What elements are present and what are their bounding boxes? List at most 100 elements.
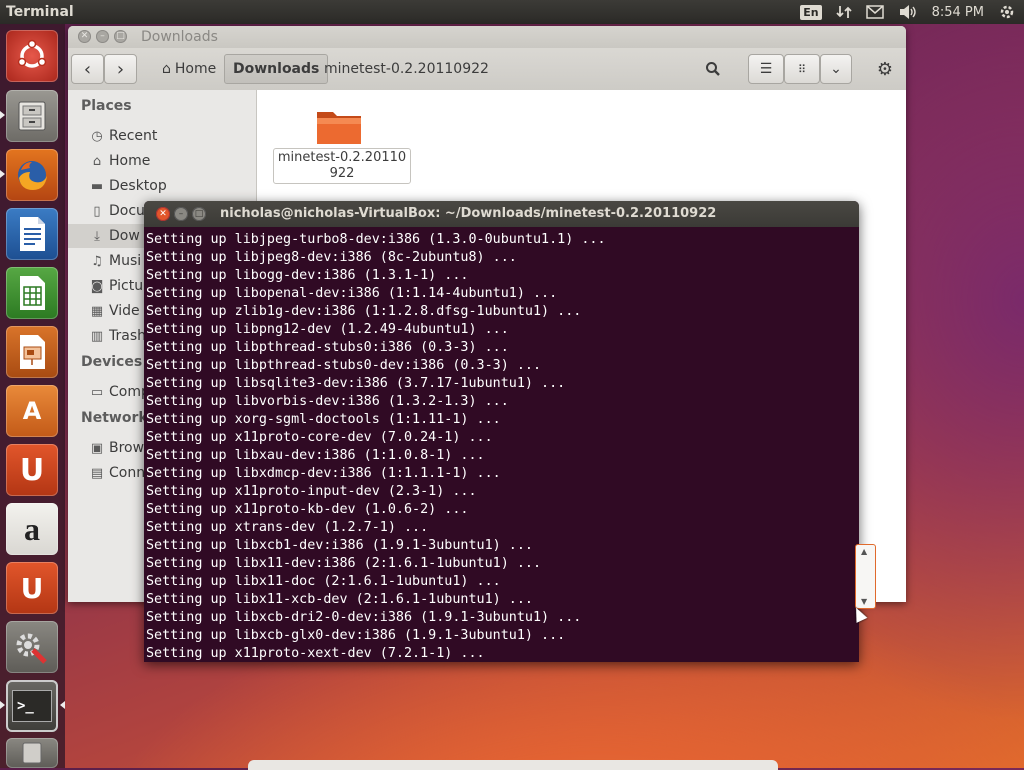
terminal-titlebar: ✕ – □ nicholas@nicholas-VirtualBox: ~/Do… (144, 201, 859, 227)
amazon-button[interactable]: a (6, 503, 58, 555)
terminal-line: Setting up libxau-dev:i386 (1:1.0.8-1) .… (146, 448, 485, 463)
clock[interactable]: 8:54 PM (932, 5, 984, 20)
file-cabinet-icon (18, 101, 46, 131)
trash-launcher-button[interactable] (6, 738, 58, 768)
folder-icon: ▬ (90, 178, 104, 194)
view-options-button[interactable]: ⌄ (820, 54, 852, 84)
window-title: Downloads (141, 29, 218, 45)
camera-icon: ◙ (90, 278, 104, 294)
terminal-output[interactable]: Setting up libjpeg-turbo8-dev:i386 (1.3.… (146, 231, 846, 661)
network-icon: ▣ (90, 440, 104, 456)
breadcrumb-downloads[interactable]: Downloads (224, 54, 329, 84)
terminal-line: Setting up libsqlite3-dev:i386 (3.7.17-1… (146, 376, 566, 391)
server-icon: ▤ (90, 465, 104, 481)
top-panel: Terminal En 8:54 PM (0, 0, 1024, 24)
settings-button[interactable]: ⚙ (870, 54, 900, 84)
sidebar-item-connect-server[interactable]: ▤ Conn (88, 462, 145, 484)
terminal-line: Setting up libxcb-dri2-0-dev:i386 (1.9.1… (146, 610, 582, 625)
sidebar-item-pictures[interactable]: ◙ Pictu (88, 275, 143, 297)
drive-icon: ▭ (90, 384, 104, 400)
devices-header: Devices (81, 354, 143, 370)
terminal-line: Setting up libx11-xcb-dev (2:1.6.1-1ubun… (146, 592, 533, 607)
bottom-panel-edge (248, 760, 778, 770)
writer-launcher-button[interactable] (6, 208, 58, 260)
indicator-area: En 8:54 PM (786, 0, 1024, 24)
terminal-line: Setting up libvorbis-dev:i386 (1.3.2-1.3… (146, 394, 509, 409)
keyboard-layout-indicator[interactable]: En (800, 4, 822, 20)
gear-icon: ⚙ (876, 58, 894, 80)
download-icon: ⤓ (94, 228, 100, 244)
minimize-icon[interactable]: – (174, 207, 188, 221)
breadcrumb-minetest[interactable]: minetest-0.2.20110922 (316, 54, 497, 84)
scroll-up-icon[interactable]: ▲ (861, 547, 867, 556)
mail-icon[interactable] (865, 5, 884, 19)
list-icon: ☰ (759, 61, 773, 77)
music-icon: ♫ (91, 253, 103, 269)
chevron-right-icon: › (116, 58, 125, 80)
terminal-line: Setting up x11proto-input-dev (2.3-1) ..… (146, 484, 477, 499)
terminal-line: Setting up x11proto-xext-dev (7.2.1-1) .… (146, 646, 485, 661)
terminal-line: Setting up libxcb1-dev:i386 (1.9.1-3ubun… (146, 538, 533, 553)
terminal-line: Setting up libpthread-stubs0-dev:i386 (0… (146, 358, 542, 373)
film-icon: ▦ (90, 303, 104, 319)
search-button[interactable] (698, 54, 728, 84)
terminal-line: Setting up libpng12-dev (1.2.49-4ubuntu1… (146, 322, 509, 337)
sidebar-item-recent[interactable]: ◷ Recent (88, 125, 157, 147)
system-settings-button[interactable] (6, 621, 58, 673)
sidebar-item-browse-network[interactable]: ▣ Brow (88, 437, 144, 459)
ubuntu-logo-icon (17, 39, 47, 68)
terminal-line: Setting up zlib1g-dev:i386 (1:1.2.8.dfsg… (146, 304, 582, 319)
terminal-title: nicholas@nicholas-VirtualBox: ~/Download… (220, 206, 717, 221)
unity-launcher: A U a U >_ (0, 24, 65, 768)
network-header: Network (81, 410, 148, 426)
music-store-button[interactable]: U (6, 562, 58, 614)
settings-icon[interactable] (998, 3, 1016, 21)
sidebar-item-computer[interactable]: ▭ Comp (88, 381, 150, 403)
calc-icon (20, 276, 45, 310)
maximize-icon[interactable]: □ (192, 207, 206, 221)
terminal-launcher-button[interactable]: >_ (6, 680, 58, 732)
file-manager-titlebar: ✕ – □ Downloads (68, 26, 906, 48)
impress-launcher-button[interactable] (6, 326, 58, 378)
sidebar-item-trash[interactable]: ▥ Trash (88, 325, 146, 347)
maximize-icon[interactable]: □ (114, 30, 127, 43)
minimize-icon[interactable]: – (96, 30, 109, 43)
dash-home-button[interactable] (6, 30, 58, 82)
scroll-down-icon[interactable]: ▼ (861, 597, 867, 606)
volume-icon[interactable] (898, 4, 918, 20)
terminal-line: Setting up libx11-doc (2:1.6.1-1ubuntu1)… (146, 574, 501, 589)
sidebar-item-videos[interactable]: ▦ Vide (88, 300, 140, 322)
ubuntu-one-button[interactable]: U (6, 444, 58, 496)
search-icon (706, 62, 720, 76)
software-center-button[interactable]: A (6, 385, 58, 437)
terminal-line: Setting up libogg-dev:i386 (1.3.1-1) ... (146, 268, 469, 283)
file-manager-toolbar: ‹ › ⌂ Home Downloads minetest-0.2.2011092… (68, 48, 906, 91)
breadcrumb-home[interactable]: ⌂ Home (154, 54, 224, 84)
close-icon[interactable]: ✕ (156, 207, 170, 221)
back-button[interactable]: ‹ (71, 54, 104, 84)
terminal-line: Setting up libxcb-glx0-dev:i386 (1.9.1-3… (146, 628, 566, 643)
grid-view-button[interactable]: ⠿ (784, 54, 820, 84)
bag-icon: A (22, 397, 42, 425)
terminal-line: Setting up xtrans-dev (1.2.7-1) ... (146, 520, 429, 535)
sidebar-item-documents[interactable]: ▯ Docu (88, 200, 145, 222)
home-icon: ⌂ (92, 153, 102, 169)
folder-icon (317, 112, 361, 144)
network-icon[interactable] (835, 4, 852, 20)
sidebar-item-home[interactable]: ⌂ Home (88, 150, 150, 172)
firefox-launcher-button[interactable] (6, 149, 58, 201)
calc-launcher-button[interactable] (6, 267, 58, 319)
headphones-icon: U (20, 571, 44, 605)
terminal-scrollbar[interactable]: ▲ ▼ (855, 544, 876, 609)
sidebar-item-music[interactable]: ♫ Musi (88, 250, 141, 272)
forward-button[interactable]: › (104, 54, 137, 84)
sidebar-item-desktop[interactable]: ▬ Desktop (88, 175, 167, 197)
document-icon: ▯ (93, 203, 101, 219)
close-icon[interactable]: ✕ (78, 30, 91, 43)
list-view-button[interactable]: ☰ (748, 54, 784, 84)
terminal-icon: >_ (12, 690, 52, 722)
grid-icon: ⠿ (797, 62, 807, 76)
terminal-line: Setting up libjpeg8-dev:i386 (8c-2ubuntu… (146, 250, 517, 265)
files-launcher-button[interactable] (6, 90, 58, 142)
writer-icon (20, 217, 45, 251)
